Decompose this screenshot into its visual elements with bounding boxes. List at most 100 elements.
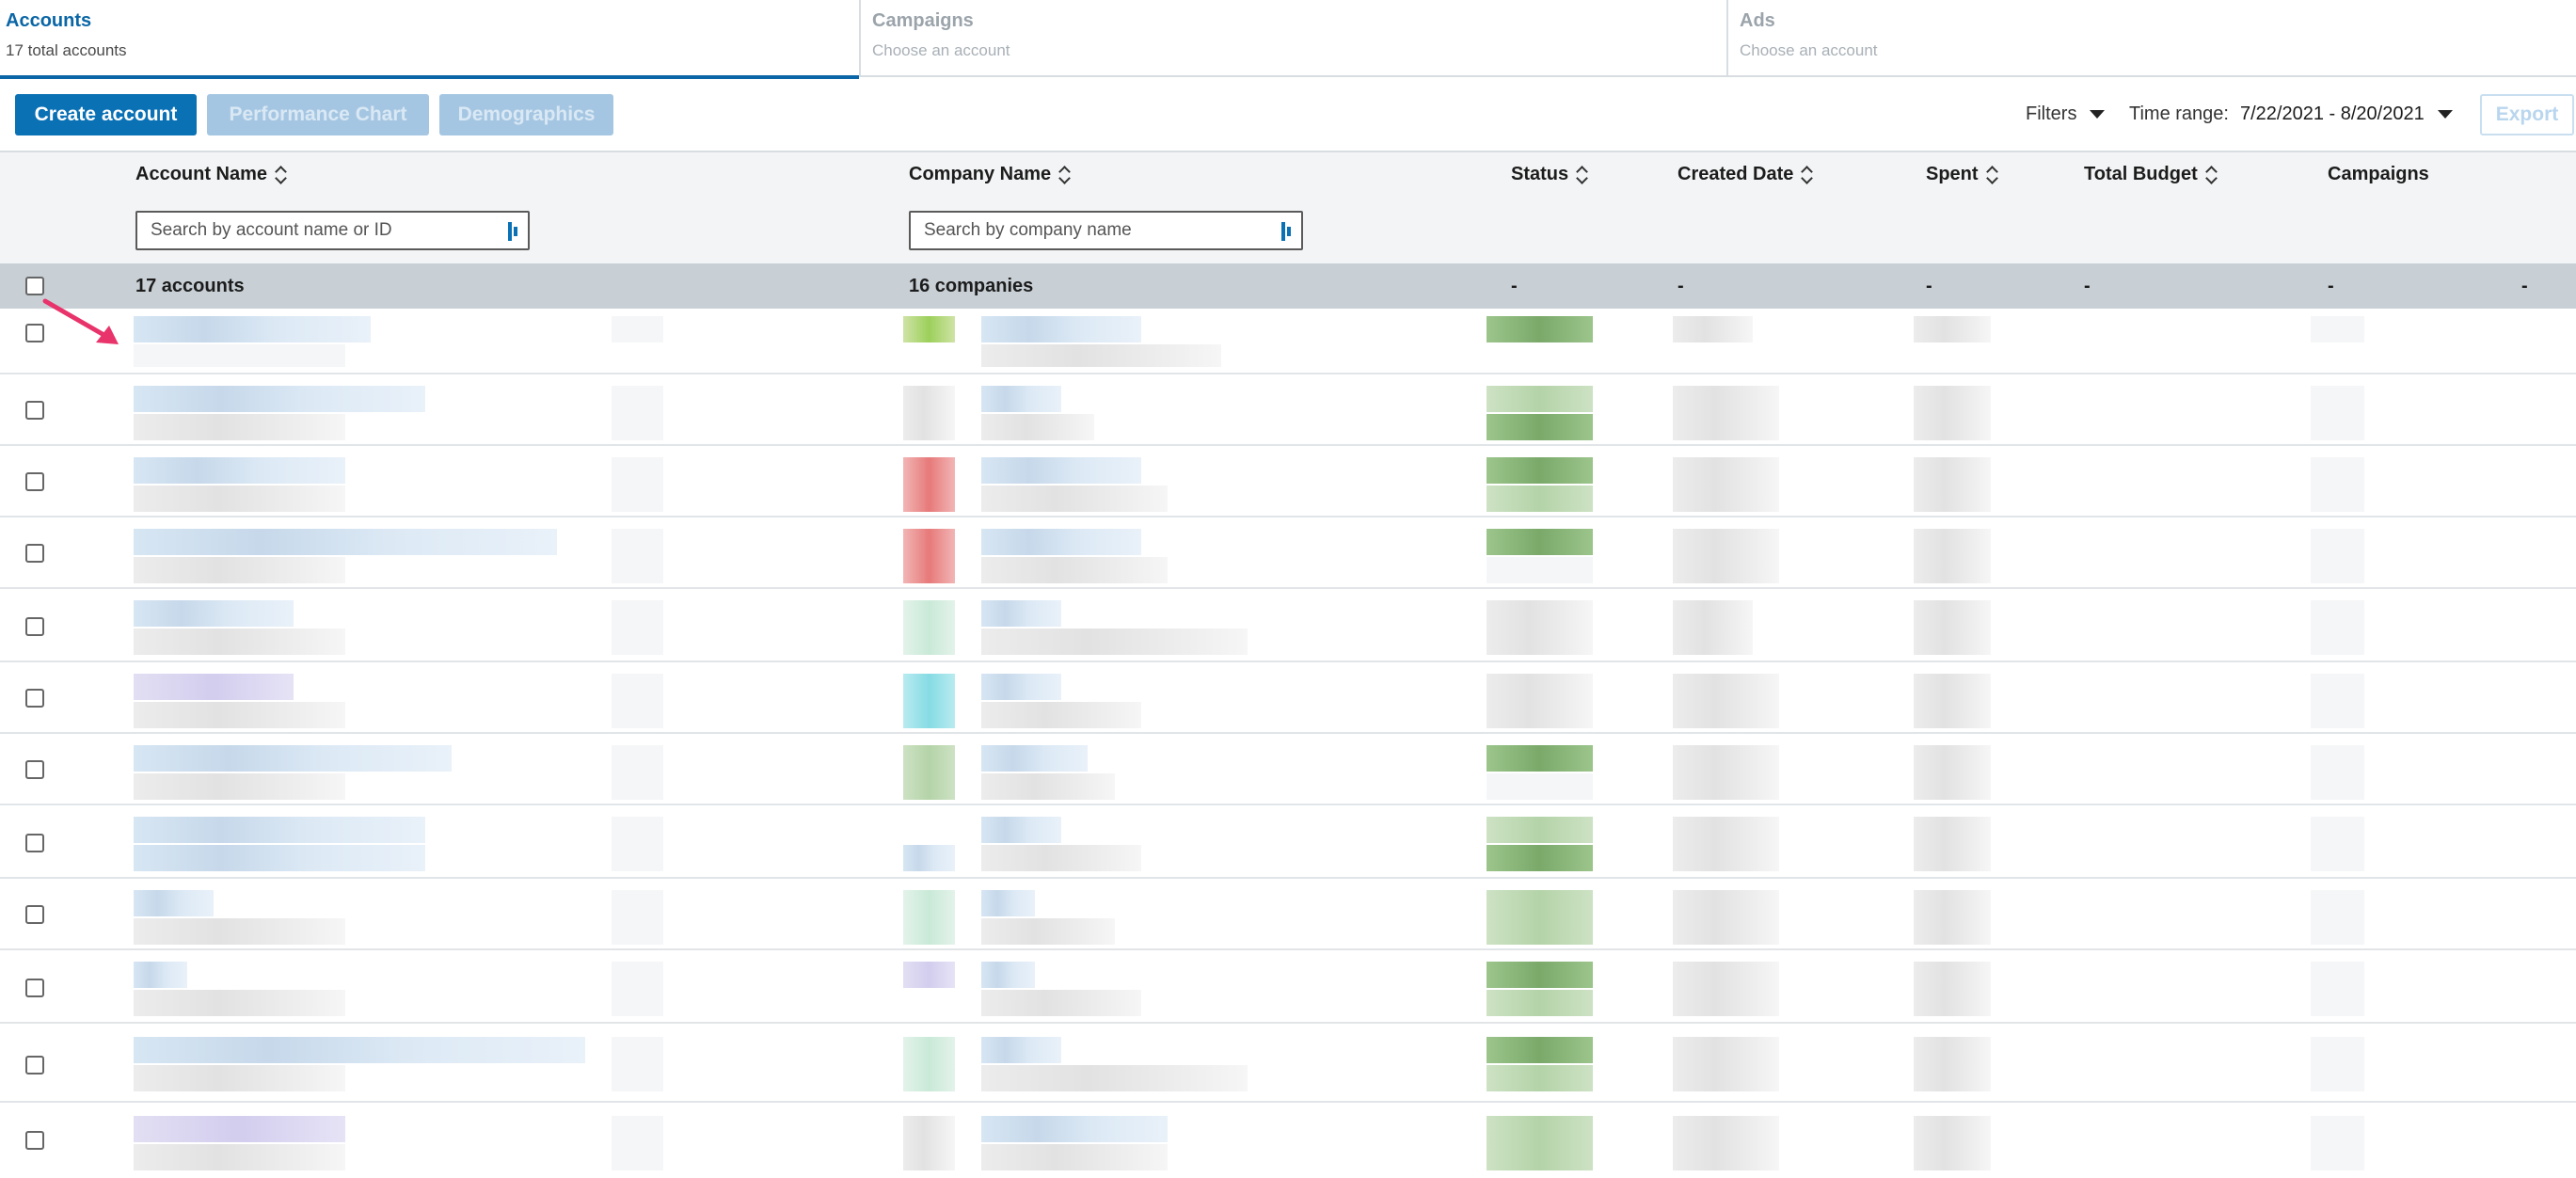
redacted-date bbox=[1673, 457, 1779, 512]
redacted-campaigns bbox=[2311, 817, 2364, 871]
redacted-company-name bbox=[981, 529, 1141, 555]
redacted-spent bbox=[1914, 745, 1991, 800]
column-header-created-date[interactable]: Created Date bbox=[1678, 164, 1814, 185]
redacted-company-name bbox=[981, 962, 1035, 988]
row-checkbox[interactable] bbox=[25, 760, 44, 779]
create-account-button[interactable]: Create account bbox=[15, 94, 197, 135]
time-range-dropdown[interactable]: Time range: 7/22/2021 - 8/20/2021 bbox=[2129, 103, 2453, 125]
column-header-account-name[interactable]: Account Name bbox=[135, 164, 288, 185]
redacted-company-logo bbox=[903, 600, 955, 655]
redacted-campaigns bbox=[2311, 600, 2364, 655]
tab-campaigns-title: Campaigns bbox=[872, 10, 974, 31]
redacted-company-logo bbox=[903, 745, 955, 800]
table-row[interactable] bbox=[0, 734, 2576, 805]
redacted-company-logo bbox=[903, 962, 955, 988]
sort-icon bbox=[1801, 165, 1814, 185]
column-label: Company Name bbox=[909, 164, 1052, 184]
redacted-status bbox=[1487, 845, 1593, 871]
export-button[interactable]: Export bbox=[2480, 94, 2574, 135]
row-checkbox[interactable] bbox=[25, 1131, 44, 1150]
redacted-cell bbox=[612, 316, 663, 342]
redacted-company-sub bbox=[981, 990, 1141, 1016]
sort-icon bbox=[275, 165, 288, 185]
row-checkbox[interactable] bbox=[25, 689, 44, 708]
table-row[interactable] bbox=[0, 374, 2576, 446]
column-header-total-budget[interactable]: Total Budget bbox=[2084, 164, 2218, 185]
redacted-date bbox=[1673, 890, 1779, 945]
redacted-spent bbox=[1914, 817, 1991, 871]
redacted-campaigns bbox=[2311, 529, 2364, 583]
column-header-spent[interactable]: Spent bbox=[1926, 164, 1999, 185]
time-range-label: Time range: bbox=[2129, 103, 2229, 124]
redacted-cell bbox=[612, 1037, 663, 1091]
redacted-status bbox=[1487, 674, 1593, 728]
table-row[interactable] bbox=[0, 1024, 2576, 1103]
redacted-company-name bbox=[981, 600, 1061, 627]
redacted-account-name bbox=[134, 316, 371, 342]
table-body bbox=[0, 309, 2576, 1178]
table-row[interactable] bbox=[0, 309, 2576, 374]
redacted-status bbox=[1487, 557, 1593, 583]
redacted-date bbox=[1673, 386, 1779, 440]
redacted-company-logo bbox=[903, 1116, 955, 1170]
redacted-company-sub bbox=[981, 414, 1094, 440]
table-row[interactable] bbox=[0, 517, 2576, 589]
table-row[interactable] bbox=[0, 950, 2576, 1024]
redacted-date bbox=[1673, 817, 1779, 871]
redacted-cell bbox=[612, 817, 663, 871]
tab-campaigns[interactable]: Campaigns Choose an account bbox=[861, 0, 1728, 77]
redacted-company-logo bbox=[903, 1037, 955, 1091]
row-checkbox[interactable] bbox=[25, 401, 44, 420]
chevron-down-icon bbox=[2090, 110, 2106, 119]
redacted-account-id bbox=[134, 414, 345, 440]
redacted-account-name bbox=[134, 600, 294, 627]
redacted-company-name bbox=[981, 386, 1061, 412]
redacted-account-id bbox=[134, 344, 345, 367]
redacted-status bbox=[1487, 817, 1593, 843]
redacted-company-sub bbox=[981, 557, 1168, 583]
summary-status: - bbox=[1511, 276, 1518, 296]
column-header-status[interactable]: Status bbox=[1511, 164, 1589, 185]
row-checkbox[interactable] bbox=[25, 905, 44, 924]
row-checkbox[interactable] bbox=[25, 979, 44, 997]
redacted-spent bbox=[1914, 457, 1991, 512]
table-row[interactable] bbox=[0, 662, 2576, 734]
row-checkbox[interactable] bbox=[25, 1056, 44, 1075]
tab-accounts[interactable]: Accounts 17 total accounts bbox=[0, 0, 861, 79]
toolbar: Create account Performance Chart Demogra… bbox=[0, 77, 2576, 152]
redacted-account-name bbox=[134, 1037, 585, 1063]
table-row[interactable] bbox=[0, 589, 2576, 662]
redacted-date bbox=[1673, 674, 1779, 728]
redacted-cell bbox=[612, 890, 663, 945]
redacted-spent bbox=[1914, 386, 1991, 440]
redacted-campaigns bbox=[2311, 890, 2364, 945]
redacted-account-name bbox=[134, 529, 557, 555]
company-search-input[interactable] bbox=[909, 211, 1303, 250]
redacted-campaigns bbox=[2311, 1037, 2364, 1091]
row-checkbox[interactable] bbox=[25, 472, 44, 491]
tab-ads[interactable]: Ads Choose an account bbox=[1728, 0, 2576, 77]
demographics-button[interactable]: Demographics bbox=[439, 94, 613, 135]
table-row[interactable] bbox=[0, 1103, 2576, 1178]
search-icon bbox=[1278, 220, 1296, 243]
filters-dropdown[interactable]: Filters bbox=[2026, 103, 2106, 125]
redacted-company-logo bbox=[903, 316, 955, 342]
redacted-spent bbox=[1914, 962, 1991, 1016]
select-all-checkbox[interactable] bbox=[25, 277, 44, 295]
redacted-company-name bbox=[981, 1037, 1061, 1063]
column-header-company-name[interactable]: Company Name bbox=[909, 164, 1072, 185]
table-row[interactable] bbox=[0, 805, 2576, 879]
row-checkbox[interactable] bbox=[25, 544, 44, 563]
redacted-account-id bbox=[134, 629, 345, 655]
column-label: Campaigns bbox=[2328, 164, 2429, 184]
sort-icon bbox=[1986, 165, 1999, 185]
row-checkbox[interactable] bbox=[25, 834, 44, 852]
row-checkbox[interactable] bbox=[25, 617, 44, 636]
account-search-input[interactable] bbox=[135, 211, 530, 250]
column-label: Created Date bbox=[1678, 164, 1794, 184]
performance-chart-button[interactable]: Performance Chart bbox=[207, 94, 429, 135]
summary-spent: - bbox=[1926, 276, 1932, 296]
table-row[interactable] bbox=[0, 446, 2576, 517]
summary-extra: - bbox=[2521, 276, 2528, 296]
table-row[interactable] bbox=[0, 879, 2576, 950]
